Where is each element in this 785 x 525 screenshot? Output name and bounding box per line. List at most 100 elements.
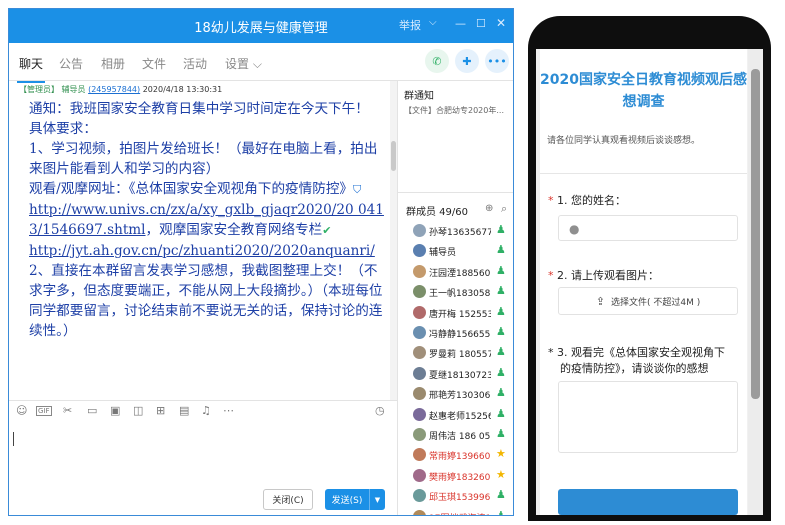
avatar <box>413 489 426 503</box>
bell-icon[interactable]: ♫ <box>201 404 211 417</box>
member-item[interactable]: 孙琴13635677 ♟ <box>398 221 513 241</box>
picture-icon[interactable]: ◫ <box>133 404 143 417</box>
column-link[interactable]: http://jyt.ah.gov.cn/pc/zhuanti2020/2020… <box>29 243 375 259</box>
close-button[interactable]: 关闭(C) <box>263 489 313 510</box>
message-line: http://jyt.ah.gov.cn/pc/zhuanti2020/2020… <box>29 241 385 261</box>
member-status-icon: ♟ <box>496 488 506 502</box>
add-chat-icon[interactable]: ✚ <box>455 49 479 73</box>
history-clock-icon[interactable]: ◷ <box>375 404 385 417</box>
group-notice[interactable]: 群通知 【文件】合肥幼专2020年... <box>398 81 513 193</box>
member-item[interactable]: 常雨婷13966053202 ★ <box>398 445 513 465</box>
member-status-icon: ♟ <box>496 243 506 257</box>
member-name: 罗曼莉 180557 <box>429 350 491 361</box>
member-item[interactable]: 冯静静1566551 ♟ <box>398 323 513 343</box>
message-header: 【管理员】 辅导员 (245957844) 2020/4/18 13:30:31 <box>19 84 222 95</box>
verified-check-icon: ✔ <box>322 224 332 237</box>
tab-chat[interactable]: 聊天 <box>16 55 46 83</box>
chevron-down-icon[interactable]: ⌵ <box>429 17 437 28</box>
send-label: 发送(S) <box>331 496 363 506</box>
gift-icon[interactable]: ⊞ <box>156 404 165 417</box>
question-2: * 2. 请上传观看图片： <box>548 269 659 282</box>
maximize-icon[interactable]: ☐ <box>476 17 486 30</box>
avatar <box>413 468 426 482</box>
member-name: 赵惠老师152569 <box>429 411 491 422</box>
notice-text[interactable]: 【文件】合肥幼专2020年... <box>404 105 512 116</box>
member-item[interactable]: 罗曼莉 180557 ♟ <box>398 343 513 363</box>
more-icon[interactable]: ••• <box>485 49 509 73</box>
member-name: 夏继181307237 <box>429 370 491 381</box>
form-scrollbar[interactable] <box>748 49 763 515</box>
member-item[interactable]: 赵惠老师152569 ♟ <box>398 405 513 425</box>
avatar <box>413 305 426 319</box>
member-settings-icon[interactable]: ⊕ <box>485 203 493 214</box>
tab-settings[interactable]: 设置 ⌵ <box>225 55 262 72</box>
member-item[interactable]: 唐开梅 152553 ♟ <box>398 303 513 323</box>
member-item[interactable]: 夏继181307237 ♟ <box>398 364 513 384</box>
member-item[interactable]: 周伟洁 186 05 ♟ <box>398 425 513 445</box>
title-bar: 18幼儿发展与健康管理 举报 ⌵ — ☐ ✕ <box>9 9 513 43</box>
message-body: 通知：我班国家安全教育日集中学习时间定在今天下午！ 具体要求： 1、学习视频，拍… <box>29 99 385 341</box>
close-icon[interactable]: ✕ <box>496 16 506 30</box>
tab-album[interactable]: 相册 <box>101 55 125 72</box>
scissors-icon[interactable]: ✂ <box>63 404 72 417</box>
gif-icon[interactable]: GIF <box>36 406 52 416</box>
member-item[interactable]: 汪园湮1885602 ♟ <box>398 262 513 282</box>
message-scrollbar[interactable] <box>390 81 397 400</box>
member-status-icon: ♟ <box>496 508 506 516</box>
member-item[interactable]: 17图档武海涛1 ♟ <box>398 507 513 516</box>
send-button[interactable]: 发送(S) ▼ <box>325 489 385 510</box>
member-name: 王一帆1830589 <box>429 289 491 300</box>
avatar <box>413 244 426 258</box>
member-name: 辅导员 <box>429 248 457 259</box>
name-input[interactable]: ● <box>558 215 738 241</box>
avatar <box>413 428 426 441</box>
message-line: 通知：我班国家安全教育日集中学习时间定在今天下午！ <box>29 101 369 117</box>
avatar <box>413 407 426 421</box>
tab-announcement[interactable]: 公告 <box>59 55 83 72</box>
phone-icon[interactable]: ✆ <box>425 49 449 73</box>
message-line: 2、直接在本群留言发表学习感想，我截图整理上交！（不求字多，但态度要端正，不能从… <box>29 263 383 339</box>
phone-screen: 2020国家安全日教育视频观后感想调查 请各位同学认真观看视频后谈谈感想。 * … <box>536 49 763 515</box>
sender-name[interactable]: 辅导员 <box>62 85 86 94</box>
chat-title: 18幼儿发展与健康管理 <box>194 21 328 36</box>
member-name: 邢艳芳1303065 <box>429 391 491 402</box>
member-name: 常雨婷13966053202 <box>429 452 491 463</box>
member-item[interactable]: 邱玉琪15399622667 ♟ <box>398 486 513 506</box>
member-item[interactable]: 邢艳芳1303065 ♟ <box>398 384 513 404</box>
tab-activity[interactable]: 活动 <box>183 55 207 72</box>
member-name: 邱玉琪15399622667 <box>429 493 491 504</box>
image-icon[interactable]: ▣ <box>110 404 120 417</box>
avatar <box>413 264 426 278</box>
folder-icon[interactable]: ▭ <box>87 404 97 417</box>
submit-button[interactable] <box>558 489 738 515</box>
upload-button[interactable]: ⇪ 选择文件( 不超过4M ) <box>558 287 738 315</box>
chat-window: 18幼儿发展与健康管理 举报 ⌵ — ☐ ✕ 聊天 公告 相册 文件 活动 设置… <box>8 8 514 516</box>
document-icon[interactable]: ▤ <box>179 404 189 417</box>
message-line: 观看/观摩网址：《总体国家安全观视角下的疫情防控》⛉ <box>29 181 362 197</box>
verified-shield-icon: ⛉ <box>353 183 362 196</box>
avatar <box>413 387 426 401</box>
more-icon[interactable]: ⋯ <box>223 404 234 417</box>
message-area: 【管理员】 辅导员 (245957844) 2020/4/18 13:30:31… <box>9 81 397 400</box>
avatar <box>413 346 426 360</box>
minimize-icon[interactable]: — <box>455 17 466 30</box>
member-item[interactable]: 王一帆1830589 ♟ <box>398 282 513 302</box>
chevron-down-icon[interactable]: ▼ <box>369 489 385 510</box>
feedback-textarea[interactable] <box>558 381 738 453</box>
message-time: 2020/4/18 13:30:31 <box>142 85 223 94</box>
member-name: 17图档武海涛1 <box>429 511 491 515</box>
form-description: 请各位同学认真观看视频后谈谈感想。 <box>547 136 701 146</box>
question-3: * 3. 观看完《总体国家安全观视角下 的疫情防控》，请谈谈你的感想 <box>548 346 725 375</box>
search-icon[interactable]: ⌕ <box>501 202 507 216</box>
tab-files[interactable]: 文件 <box>142 55 166 72</box>
emoji-icon[interactable]: ☺ <box>16 404 27 417</box>
member-item[interactable]: 樊雨婷18326036 ★ <box>398 466 513 486</box>
message-input[interactable] <box>9 422 397 487</box>
report-link[interactable]: 举报 <box>399 17 421 33</box>
sender-id[interactable]: (245957844) <box>88 85 140 94</box>
members-count: 群成员 49/60 <box>406 207 468 218</box>
user-icon: ● <box>569 222 580 236</box>
question-1: * 1. 您的姓名： <box>548 194 626 207</box>
member-status-icon: ♟ <box>496 263 506 277</box>
member-item[interactable]: 辅导员 ♟ <box>398 241 513 261</box>
